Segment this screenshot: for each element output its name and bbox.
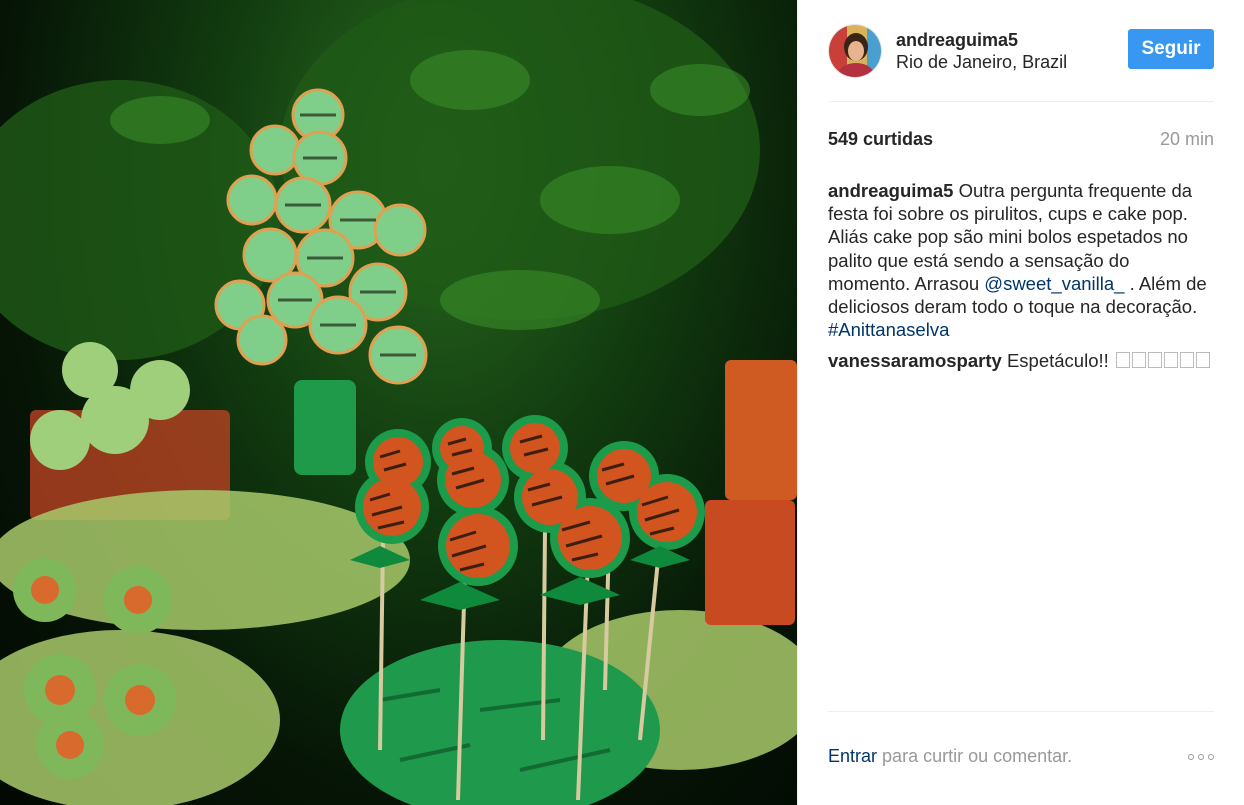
emoji-icon [1163,352,1178,369]
user-meta: andreaguima5 Rio de Janeiro, Brazil [896,29,1067,73]
login-link[interactable]: Entrar [828,746,877,766]
emoji-icon [1179,352,1194,369]
caption-username[interactable]: andreaguima5 [828,180,953,201]
caption: andreaguima5 Outra pergunta frequente da… [828,179,1216,341]
post-photo[interactable] [0,0,797,805]
comment-text: Espetáculo!! [1006,350,1109,372]
more-options-icon[interactable] [1188,753,1214,760]
caption-mention[interactable]: @sweet_vanilla_ [984,273,1124,294]
post-header: andreaguima5 Rio de Janeiro, Brazil Segu… [828,18,1214,84]
comments-section: andreaguima5 Outra pergunta frequente da… [828,179,1216,381]
footer-divider [828,711,1214,712]
header-divider [828,101,1214,102]
post-sidebar: andreaguima5 Rio de Janeiro, Brazil Segu… [797,0,1244,805]
username[interactable]: andreaguima5 [896,29,1067,51]
emoji-icon [1131,352,1146,369]
follow-button[interactable]: Seguir [1128,29,1214,69]
emoji-placeholders [1114,350,1210,371]
caption-hashtag[interactable]: #Anittanaselva [828,319,949,340]
comment-item: vanessaramosparty Espetáculo!! [828,349,1216,372]
avatar[interactable] [828,24,882,78]
comment-username[interactable]: vanessaramosparty [828,350,1002,371]
emoji-icon [1115,352,1130,369]
post-stats: 549 curtidas 20 min [828,129,1214,150]
emoji-icon [1147,352,1162,369]
instagram-post: andreaguima5 Rio de Janeiro, Brazil Segu… [0,0,1244,805]
profile-photo-icon [829,25,881,77]
login-prompt-text: para curtir ou comentar. [882,746,1073,766]
login-prompt: Entrar para curtir ou comentar. [828,746,1072,767]
party-decoration-illustration [0,0,797,805]
emoji-icon [1195,352,1210,369]
post-footer: Entrar para curtir ou comentar. [828,746,1214,767]
location[interactable]: Rio de Janeiro, Brazil [896,51,1067,73]
post-time[interactable]: 20 min [1160,129,1214,150]
likes-count[interactable]: 549 curtidas [828,129,933,150]
